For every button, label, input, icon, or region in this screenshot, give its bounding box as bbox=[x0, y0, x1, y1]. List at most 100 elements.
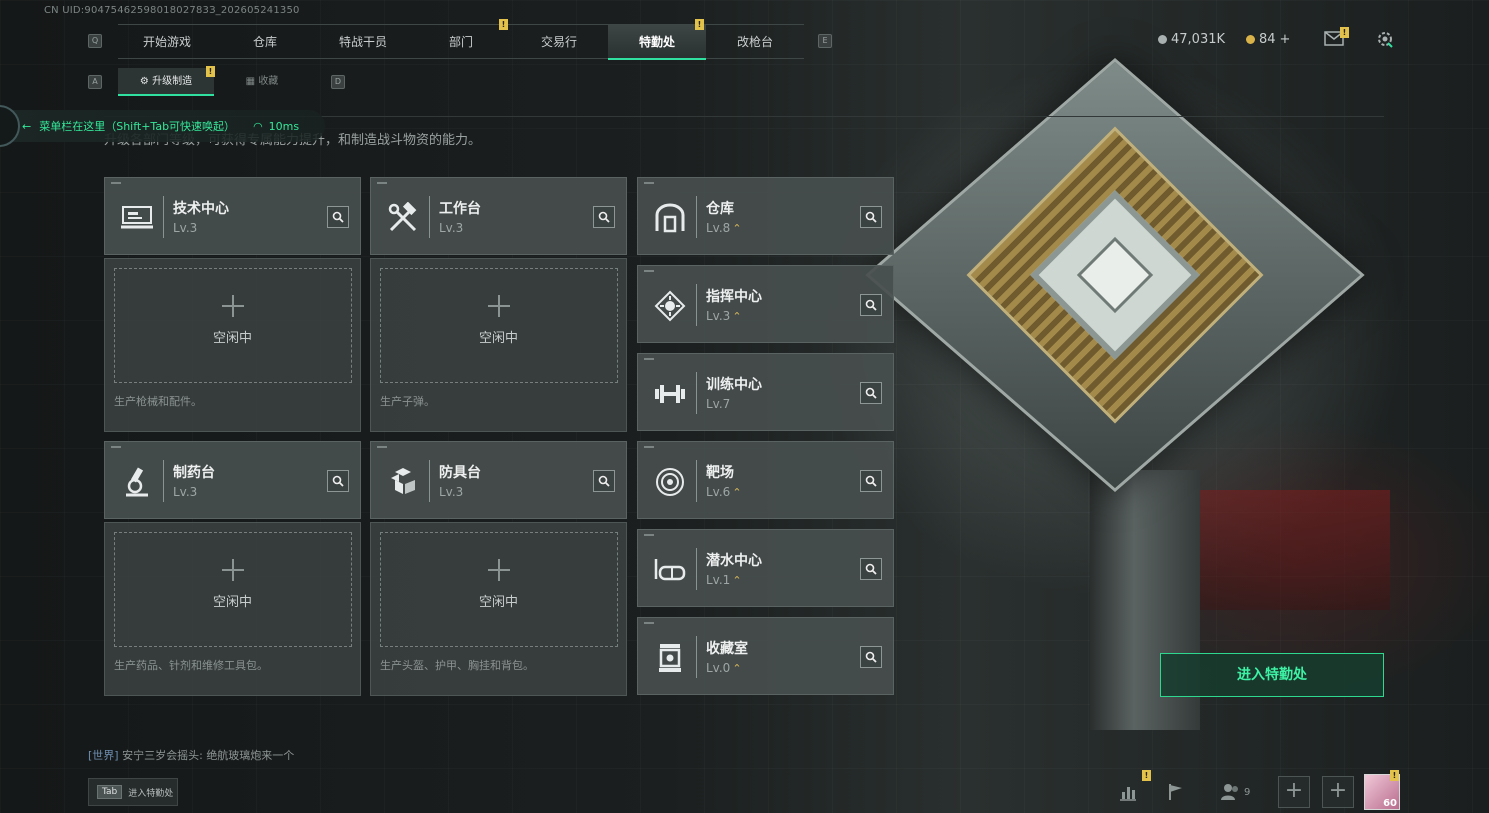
facility-level-text: Lv.8 bbox=[706, 221, 731, 235]
tab-department[interactable]: 部门 bbox=[412, 25, 510, 60]
friends-count: 9 bbox=[1244, 786, 1251, 798]
facility-card-command-center[interactable]: 指挥中心 Lv.3 ⌃ bbox=[637, 265, 894, 343]
search-icon[interactable] bbox=[860, 646, 882, 668]
search-icon[interactable] bbox=[327, 206, 349, 228]
slot-dashed-area bbox=[114, 532, 352, 647]
card-tag bbox=[644, 534, 654, 536]
station-level: Lv.3 bbox=[439, 221, 464, 235]
card-tag bbox=[377, 182, 387, 184]
slot-description: 生产头盔、护甲、胸挂和背包。 bbox=[380, 659, 534, 672]
search-icon[interactable] bbox=[593, 206, 615, 228]
gold-add-button[interactable]: + bbox=[1280, 32, 1291, 47]
friends-button[interactable]: 9 bbox=[1220, 782, 1256, 802]
facility-card-diving-center[interactable]: 潜水中心 Lv.1 ⌃ bbox=[637, 529, 894, 607]
facility-level: Lv.3 ⌃ bbox=[706, 309, 742, 323]
card-tag bbox=[111, 182, 121, 184]
station-slot-workbench[interactable]: 空闲中 生产子弹。 bbox=[370, 258, 627, 432]
slot-idle-text: 空闲中 bbox=[212, 331, 252, 346]
card-divider bbox=[429, 196, 430, 238]
menu-notice[interactable]: ← 菜单栏在这里（Shift+Tab可快速唤起） ◠ 10ms bbox=[0, 105, 325, 147]
facility-card-warehouse[interactable]: 仓库 Lv.8 ⌃ bbox=[637, 177, 894, 255]
upgrade-arrow-icon: ⌃ bbox=[732, 574, 742, 587]
facility-level-text: Lv.1 bbox=[706, 573, 731, 587]
diving-mask-icon bbox=[648, 548, 692, 592]
facility-level: Lv.6 ⌃ bbox=[706, 485, 742, 499]
subnav-right-key[interactable]: D bbox=[331, 75, 345, 89]
slot-dashed-area bbox=[380, 532, 618, 647]
search-icon[interactable] bbox=[860, 558, 882, 580]
station-slot-pharmacy[interactable]: 空闲中 生产药品、针剂和维修工具包。 bbox=[104, 522, 361, 696]
card-divider bbox=[696, 548, 697, 590]
enter-special-ops-button[interactable]: 进入特勤处 bbox=[1160, 653, 1384, 697]
search-icon[interactable] bbox=[327, 470, 349, 492]
special-ops-badge: ! bbox=[695, 19, 704, 30]
chat-line[interactable]: [世界] 安宁三岁会摇头: 绝航玻璃炮来一个 bbox=[88, 747, 294, 763]
subtab-collection[interactable]: ▦ 收藏 bbox=[214, 68, 310, 96]
card-divider bbox=[163, 196, 164, 238]
slot-dashed-area bbox=[114, 268, 352, 383]
search-icon[interactable] bbox=[593, 470, 615, 492]
tab-operators[interactable]: 特战干员 bbox=[314, 25, 412, 60]
department-badge: ! bbox=[499, 19, 508, 30]
facility-card-shooting-range[interactable]: 靶场 Lv.6 ⌃ bbox=[637, 441, 894, 519]
add-teammate-button-1[interactable]: + bbox=[1278, 776, 1310, 808]
upgrade-arrow-icon: ⌃ bbox=[732, 310, 742, 323]
facility-card-collection-room[interactable]: 收藏室 Lv.0 ⌃ bbox=[637, 617, 894, 695]
upgrade-arrow-icon: ⌃ bbox=[732, 222, 742, 235]
gold-coin-icon bbox=[1246, 35, 1255, 44]
station-name: 制药台 bbox=[173, 465, 215, 481]
avatar-level: 60 bbox=[1383, 798, 1397, 809]
plus-icon bbox=[487, 295, 510, 317]
add-teammate-button-2[interactable]: + bbox=[1322, 776, 1354, 808]
arrow-left-icon: ← bbox=[22, 119, 32, 133]
warehouse-icon bbox=[648, 196, 692, 240]
tab-gunsmith[interactable]: 改枪台 bbox=[706, 25, 804, 60]
card-tag bbox=[644, 446, 654, 448]
station-name: 技术中心 bbox=[173, 201, 229, 217]
facility-level-text: Lv.7 bbox=[706, 397, 731, 411]
tab-special-ops[interactable]: 特勤处 bbox=[608, 25, 706, 60]
tab-start-game[interactable]: 开始游戏 bbox=[118, 25, 216, 60]
facility-level-text: Lv.3 bbox=[706, 309, 731, 323]
station-card-pharmacy[interactable]: 制药台 Lv.3 bbox=[104, 441, 361, 519]
station-slot-armor[interactable]: 空闲中 生产头盔、护甲、胸挂和背包。 bbox=[370, 522, 627, 696]
station-card-tech-center[interactable]: 技术中心 Lv.3 bbox=[104, 177, 361, 255]
facility-name: 仓库 bbox=[706, 201, 734, 217]
wifi-icon: ◠ bbox=[253, 119, 263, 133]
tech-center-icon bbox=[115, 196, 159, 240]
flag-icon[interactable] bbox=[1166, 782, 1186, 802]
station-card-workbench[interactable]: 工作台 Lv.3 bbox=[370, 177, 627, 255]
station-slot-tech-center[interactable]: 空闲中 生产枪械和配件。 bbox=[104, 258, 361, 432]
search-icon[interactable] bbox=[860, 470, 882, 492]
command-center-icon bbox=[648, 284, 692, 328]
background-red-wall bbox=[1180, 490, 1390, 610]
tab-warehouse[interactable]: 仓库 bbox=[216, 25, 314, 60]
stats-icon[interactable] bbox=[1118, 782, 1138, 802]
nav-right-key[interactable]: E bbox=[818, 34, 832, 48]
collection-icon: ▦ bbox=[245, 76, 259, 87]
silver-currency[interactable]: 47,031K bbox=[1158, 32, 1225, 47]
card-tag bbox=[111, 446, 121, 448]
tab-trade[interactable]: 交易行 bbox=[510, 25, 608, 60]
chat-message: 绝航玻璃炮来一个 bbox=[206, 749, 295, 762]
gold-amount: 84 bbox=[1259, 32, 1276, 47]
facility-name: 收藏室 bbox=[706, 641, 748, 657]
facility-name: 指挥中心 bbox=[706, 289, 762, 305]
station-level: Lv.3 bbox=[173, 221, 198, 235]
tab-hint[interactable]: Tab 进入特勤处 bbox=[88, 778, 178, 806]
search-icon[interactable] bbox=[860, 206, 882, 228]
facility-card-training-center[interactable]: 训练中心 Lv.7 bbox=[637, 353, 894, 431]
card-divider bbox=[696, 372, 697, 414]
subtab-collection-label: 收藏 bbox=[258, 76, 279, 87]
settings-icon[interactable] bbox=[1375, 29, 1395, 49]
gold-currency[interactable]: 84 + bbox=[1246, 32, 1290, 47]
subtab-upgrade[interactable]: ⚙ 升级制造 bbox=[118, 68, 214, 96]
search-icon[interactable] bbox=[860, 382, 882, 404]
station-card-armor[interactable]: 防具台 Lv.3 bbox=[370, 441, 627, 519]
notice-handle[interactable] bbox=[0, 105, 20, 147]
nav-left-key[interactable]: Q bbox=[88, 34, 102, 48]
search-icon[interactable] bbox=[860, 294, 882, 316]
upgrade-arrow-icon: ⌃ bbox=[732, 486, 742, 499]
subnav-left-key[interactable]: A bbox=[88, 75, 102, 89]
silver-amount: 47,031K bbox=[1171, 32, 1226, 47]
